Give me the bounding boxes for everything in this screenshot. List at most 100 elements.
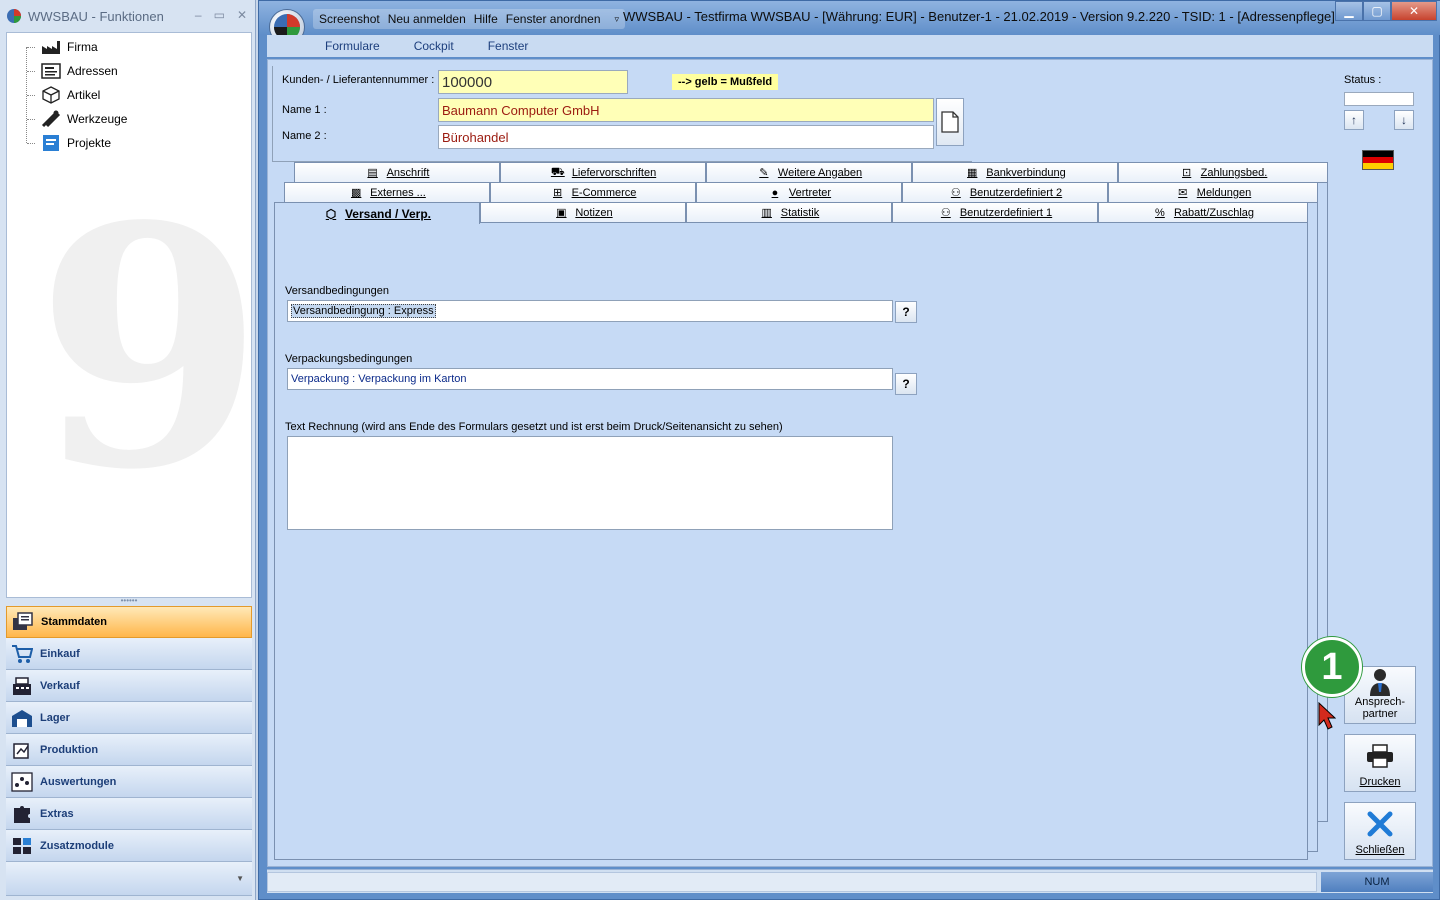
name1-field[interactable]: Baumann Computer GmbH [438, 98, 934, 122]
status-field[interactable] [1344, 92, 1414, 106]
tab-weitere-angaben[interactable]: ✎ Weitere Angaben [706, 162, 912, 182]
splitter-handle[interactable]: •••••• [6, 597, 252, 606]
versand-value: Versandbedingung : Express [291, 304, 436, 318]
analytics-icon [10, 771, 34, 793]
schliessen-button[interactable]: Schließen [1344, 802, 1416, 860]
tab-bankverbindung[interactable]: ▦ Bankverbindung [912, 162, 1118, 182]
nav-item-produktion[interactable]: Produktion [6, 734, 252, 766]
menu-cockpit[interactable]: Cockpit [414, 39, 454, 53]
close-x-icon [1367, 803, 1393, 844]
name2-field[interactable]: Bürohandel [438, 125, 934, 149]
qat-dropdown-icon[interactable]: ▿ [615, 14, 620, 25]
bar-chart-icon: ▥ [761, 207, 772, 219]
minimize-icon[interactable]: – [195, 8, 202, 22]
tab-externes[interactable]: ▩ Externes ... [284, 182, 490, 202]
versand-field[interactable]: Versandbedingung : Express [287, 300, 893, 322]
quick-access-toolbar: Screenshot Neu anmelden Hilfe Fenster an… [313, 9, 626, 29]
main-window: Screenshot Neu anmelden Hilfe Fenster an… [258, 0, 1440, 900]
address-form: Kunden- / Lieferantennummer : 100000 -->… [267, 59, 1433, 867]
kunden-number-field[interactable]: 100000 [438, 70, 628, 94]
mail-icon: ✉ [1178, 187, 1188, 199]
functions-window-title: WWSBAU - Funktionen [28, 8, 164, 24]
tab-liefervorschriften[interactable]: ⛟ Liefervorschriften [500, 162, 706, 182]
document-icon [941, 111, 959, 133]
tree-item-firma[interactable]: Firma [27, 36, 98, 58]
tab-meldungen[interactable]: ✉ Meldungen [1108, 182, 1318, 202]
app-logo-icon [7, 9, 21, 23]
drucken-button[interactable]: Drucken [1344, 734, 1416, 792]
chevron-down-icon[interactable]: ▼ [236, 874, 244, 883]
menu-fenster[interactable]: Fenster [488, 39, 529, 53]
nav-item-label: Produktion [40, 743, 99, 756]
close-icon[interactable]: ✕ [237, 8, 247, 22]
tree-item-projekte[interactable]: Projekte [27, 132, 111, 154]
text-rechnung-label: Text Rechnung (wird ans Ende des Formula… [285, 421, 783, 433]
qat-screenshot[interactable]: Screenshot [319, 12, 380, 26]
package-icon: ⬡ [325, 206, 337, 221]
qat-hilfe[interactable]: Hilfe [474, 12, 498, 26]
sort-up-icon[interactable]: ↑ [1344, 110, 1364, 130]
factory-icon [41, 38, 61, 56]
nav-item-label: Einkauf [40, 647, 80, 660]
qat-neu-anmelden[interactable]: Neu anmelden [388, 12, 466, 26]
qat-fenster-anordnen[interactable]: Fenster anordnen [506, 12, 601, 26]
kunden-label: Kunden- / Lieferantennummer : [282, 74, 435, 86]
printer-icon [1366, 735, 1394, 776]
warehouse-icon [10, 707, 34, 729]
sort-down-icon[interactable]: ↓ [1394, 110, 1414, 130]
cart-icon [10, 643, 34, 665]
modules-icon [10, 835, 34, 857]
german-flag-icon[interactable] [1362, 150, 1394, 170]
required-legend: --> gelb = Mußfeld [672, 74, 779, 90]
tab-benutzerdefiniert-2[interactable]: ⚇ Benutzerdefiniert 2 [902, 182, 1108, 202]
nav-item-stammdaten[interactable]: Stammdaten [6, 606, 252, 638]
payment-icon: ⊡ [1182, 167, 1192, 179]
function-tree: 9 Firma Adressen Artikel Werkzeuge Proje… [6, 32, 252, 598]
nav-item-zusatzmodule[interactable]: Zusatzmodule [6, 830, 252, 862]
schliessen-label: Schließen [1355, 844, 1405, 856]
close-window-icon[interactable]: ✕ [1391, 1, 1437, 21]
nav-item-verkauf[interactable]: Verkauf [6, 670, 252, 702]
tools-icon [41, 110, 61, 128]
cash-register-icon [10, 675, 34, 697]
maximize-icon[interactable]: ▢ [1363, 1, 1391, 21]
tab-vertreter[interactable]: ● Vertreter [696, 182, 902, 202]
person-icon: ● [771, 186, 779, 199]
tab-anschrift[interactable]: ▤ Anschrift [294, 162, 500, 182]
grid-icon: ▩ [350, 187, 362, 199]
watermark-nine: 9 [35, 154, 252, 542]
nav-item-label: Auswertungen [40, 775, 117, 788]
tree-item-adressen[interactable]: Adressen [27, 60, 118, 82]
menu-formulare[interactable]: Formulare [325, 39, 380, 53]
tab-notizen[interactable]: ▣ Notizen [480, 202, 686, 222]
status-bar: NUM [267, 869, 1433, 893]
document-button[interactable] [936, 98, 964, 146]
num-lock-label: NUM [1364, 876, 1390, 888]
maximize-icon[interactable]: ▭ [214, 8, 225, 22]
tab-statistik[interactable]: ▥ Statistik [686, 202, 892, 222]
tab-e-commerce[interactable]: ⊞ E-Commerce [490, 182, 696, 202]
tab-versand-verp[interactable]: ⬡ Versand / Verp. [274, 202, 480, 224]
versand-help-button[interactable]: ? [895, 301, 917, 323]
users-icon: ⚇ [940, 207, 951, 219]
nav-item-extras[interactable]: Extras [6, 798, 252, 830]
verpackung-help-button[interactable]: ? [895, 373, 917, 395]
nav-item-einkauf[interactable]: Einkauf [6, 638, 252, 670]
functions-window-titlebar: WWSBAU - Funktionen – ▭ ✕ [0, 0, 255, 32]
nav-item-auswertungen[interactable]: Auswertungen [6, 766, 252, 798]
nav-item-lager[interactable]: Lager [6, 702, 252, 734]
master-data-icon [11, 611, 35, 633]
verpackung-field[interactable]: Verpackung : Verpackung im Karton [287, 368, 893, 390]
edit-icon: ✎ [759, 167, 769, 179]
tab-benutzerdefiniert-1[interactable]: ⚇ Benutzerdefiniert 1 [892, 202, 1098, 222]
minimize-icon[interactable]: ▁ [1335, 1, 1363, 21]
tree-item-werkzeuge[interactable]: Werkzeuge [27, 108, 127, 130]
text-rechnung-textarea[interactable] [287, 436, 893, 530]
tree-item-artikel[interactable]: Artikel [27, 84, 100, 106]
nav-overflow[interactable]: ▼ [6, 862, 252, 896]
tab-zahlungsbed[interactable]: ⊡ Zahlungsbed. [1118, 162, 1328, 182]
project-icon [41, 134, 61, 152]
tab-rabatt-zuschlag[interactable]: % Rabatt/Zuschlag [1098, 202, 1308, 222]
name1-label: Name 1 : [282, 104, 327, 116]
notes-icon: ▣ [556, 207, 567, 219]
